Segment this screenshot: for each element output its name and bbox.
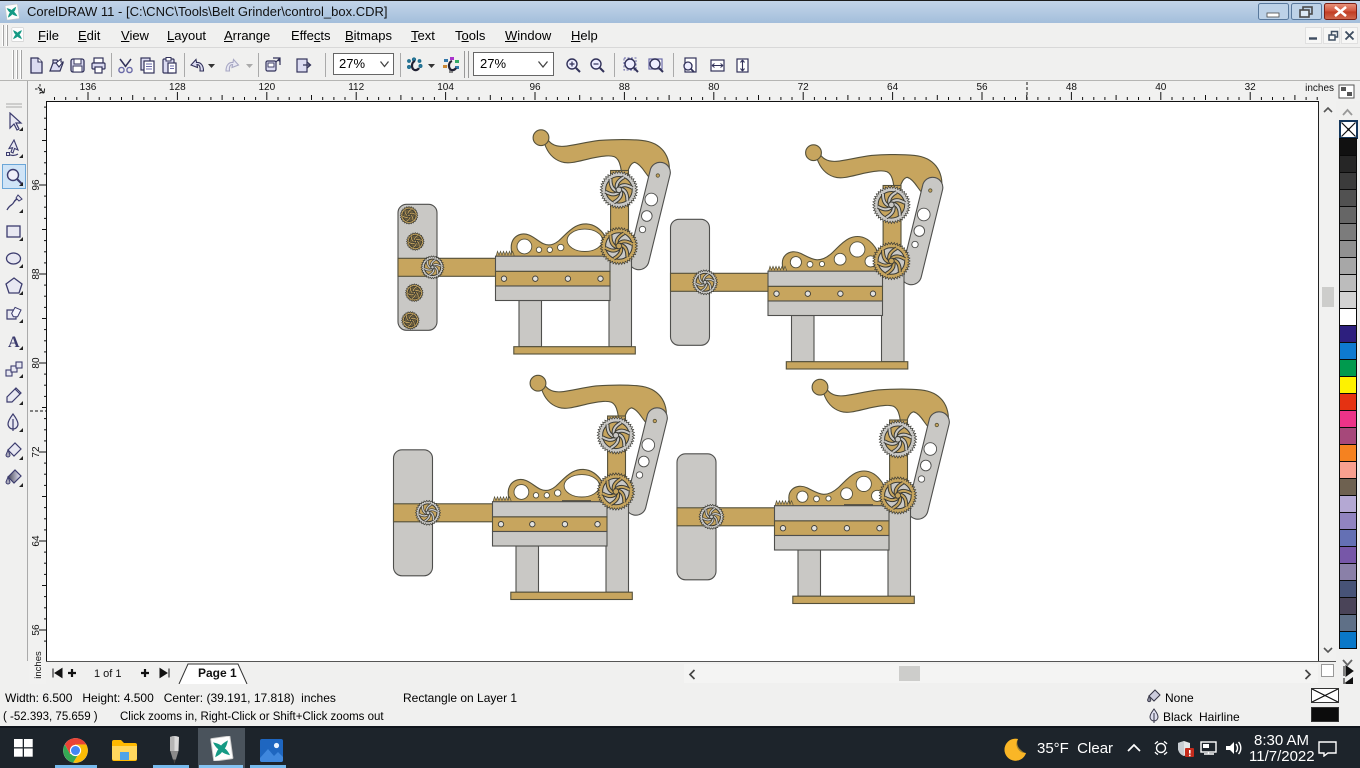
- svg-text:64: 64: [31, 535, 42, 547]
- svg-text:128: 128: [169, 82, 186, 93]
- svg-text:inches: inches: [1305, 83, 1334, 94]
- svg-text:A: A: [8, 334, 20, 351]
- svg-text:56: 56: [31, 624, 42, 636]
- svg-text:96: 96: [529, 82, 541, 93]
- svg-text:88: 88: [31, 268, 42, 280]
- svg-text:112: 112: [348, 82, 364, 93]
- svg-text:72: 72: [798, 82, 810, 93]
- svg-text:104: 104: [437, 82, 454, 93]
- svg-text:56: 56: [976, 82, 988, 93]
- svg-text:88: 88: [619, 82, 631, 93]
- svg-text:120: 120: [258, 82, 275, 93]
- svg-text:inches: inches: [33, 651, 44, 679]
- svg-text:72: 72: [31, 446, 42, 458]
- svg-text:32: 32: [1245, 82, 1257, 93]
- svg-text:40: 40: [1155, 82, 1167, 93]
- svg-text:64: 64: [887, 82, 899, 93]
- svg-text:48: 48: [1066, 82, 1078, 93]
- svg-text:80: 80: [708, 82, 720, 93]
- svg-text:96: 96: [31, 179, 42, 191]
- svg-text:136: 136: [80, 82, 97, 93]
- svg-text:Page 1: Page 1: [198, 666, 237, 680]
- svg-text:1 of 1: 1 of 1: [94, 668, 122, 680]
- svg-text:80: 80: [31, 357, 42, 369]
